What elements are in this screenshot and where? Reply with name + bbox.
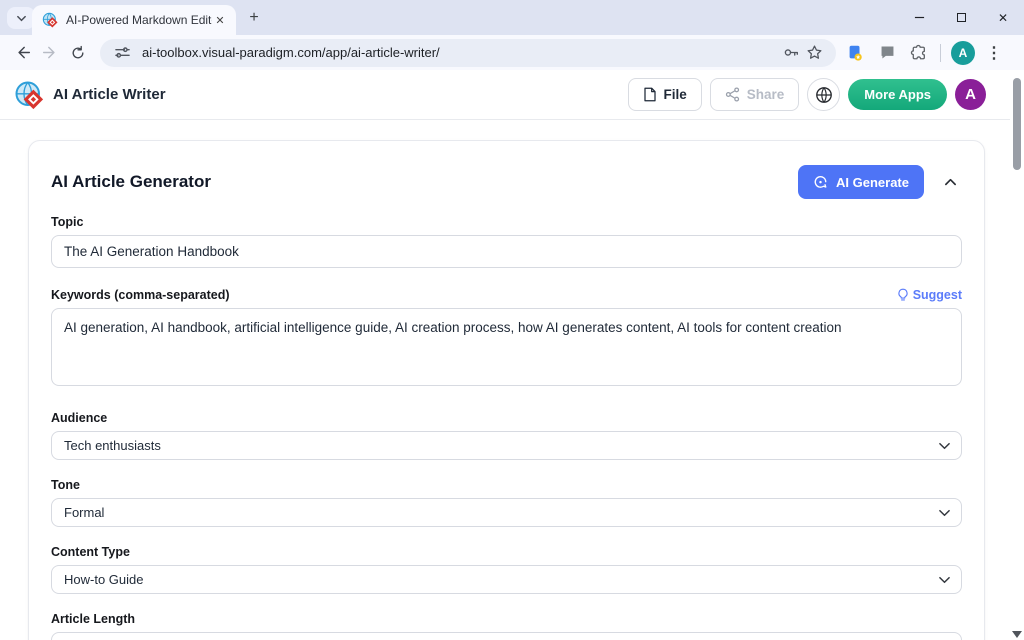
site-settings-icon[interactable]: [110, 41, 134, 65]
collapse-panel-button[interactable]: [938, 170, 962, 194]
audience-value: Tech enthusiasts: [64, 438, 161, 453]
bookmark-star-icon[interactable]: [802, 41, 826, 65]
tab-search-button[interactable]: [7, 7, 35, 29]
tab-close-icon[interactable]: ✕: [212, 12, 228, 28]
card-title: AI Article Generator: [51, 172, 211, 192]
suggest-link[interactable]: Suggest: [897, 288, 962, 302]
tone-field-group: Tone Formal: [51, 478, 962, 527]
ai-generate-button[interactable]: AI Generate: [798, 165, 924, 199]
chevron-down-icon: [16, 13, 27, 24]
chevron-down-icon: [939, 576, 950, 584]
globe-icon: [815, 86, 833, 104]
chat-bubble-icon[interactable]: [874, 40, 900, 66]
tone-label: Tone: [51, 478, 962, 492]
keywords-field-group: Keywords (comma-separated) Suggest AI ge…: [51, 288, 962, 391]
content-type-value: How-to Guide: [64, 572, 143, 587]
page-title: AI Article Writer: [53, 86, 166, 103]
back-button[interactable]: [8, 39, 36, 67]
minimize-icon: [914, 12, 925, 23]
scrollbar-down-arrow-icon[interactable]: [1012, 631, 1022, 638]
user-avatar[interactable]: A: [955, 79, 986, 110]
scrollbar-thumb[interactable]: [1013, 78, 1021, 170]
maximize-button[interactable]: [940, 0, 982, 35]
close-window-button[interactable]: ✕: [982, 0, 1024, 35]
maximize-icon: [957, 13, 966, 22]
topic-label: Topic: [51, 215, 962, 229]
file-icon: [643, 87, 657, 102]
share-icon: [725, 87, 740, 102]
lightbulb-icon: [897, 288, 909, 302]
topic-input[interactable]: [51, 235, 962, 268]
content-type-select[interactable]: How-to Guide: [51, 565, 962, 594]
audience-select[interactable]: Tech enthusiasts: [51, 431, 962, 460]
browser-tab[interactable]: AI-Powered Markdown Editor ✕: [32, 5, 236, 35]
ai-generate-icon: [813, 175, 828, 190]
page-scrollbar[interactable]: [1010, 70, 1024, 640]
browser-toolbar: ai-toolbox.visual-paradigm.com/app/ai-ar…: [0, 35, 1024, 70]
drive-extension-icon[interactable]: [842, 40, 868, 66]
article-length-select[interactable]: [51, 632, 962, 640]
app-header: AI Article Writer File Share More Apps A: [0, 70, 1024, 120]
tone-select[interactable]: Formal: [51, 498, 962, 527]
keywords-label: Keywords (comma-separated): [51, 288, 230, 302]
article-length-field-group: Article Length: [51, 612, 962, 640]
file-button[interactable]: File: [628, 78, 702, 111]
browser-window: AI-Powered Markdown Editor ✕ + ✕ ai-tool…: [0, 0, 1024, 640]
app-header-actions: File Share More Apps A: [628, 78, 987, 111]
file-button-label: File: [664, 87, 687, 102]
forward-icon: [42, 44, 59, 61]
password-key-icon[interactable]: [778, 41, 802, 65]
visual-paradigm-favicon: [42, 12, 58, 28]
tab-strip: AI-Powered Markdown Editor ✕ + ✕: [0, 0, 1024, 35]
browser-menu-icon[interactable]: ⋮: [981, 40, 1007, 66]
tone-value: Formal: [64, 505, 104, 520]
toolbar-divider: [940, 44, 941, 62]
suggest-label: Suggest: [913, 288, 962, 302]
new-tab-button[interactable]: +: [244, 8, 264, 28]
reload-button[interactable]: [64, 39, 92, 67]
keywords-textarea[interactable]: AI generation, AI handbook, artificial i…: [51, 308, 962, 386]
chevron-down-icon: [939, 442, 950, 450]
minimize-button[interactable]: [898, 0, 940, 35]
extensions-puzzle-icon[interactable]: [906, 40, 932, 66]
audience-field-group: Audience Tech enthusiasts: [51, 411, 962, 460]
audience-label: Audience: [51, 411, 962, 425]
reload-icon: [70, 45, 86, 61]
content-type-field-group: Content Type How-to Guide: [51, 545, 962, 594]
card-header: AI Article Generator AI Generate: [51, 165, 962, 199]
visual-paradigm-logo: [14, 80, 44, 110]
ai-article-generator-card: AI Article Generator AI Generate Topic K…: [28, 140, 985, 640]
language-globe-button[interactable]: [807, 78, 840, 111]
more-apps-button[interactable]: More Apps: [848, 79, 947, 110]
address-bar[interactable]: ai-toolbox.visual-paradigm.com/app/ai-ar…: [100, 39, 836, 67]
content-type-label: Content Type: [51, 545, 962, 559]
tab-title: AI-Powered Markdown Editor: [66, 13, 212, 27]
window-controls: ✕: [898, 0, 1024, 35]
chevron-up-icon: [944, 176, 957, 189]
chrome-profile-avatar[interactable]: A: [951, 41, 975, 65]
share-button[interactable]: Share: [710, 78, 800, 111]
article-length-label: Article Length: [51, 612, 962, 626]
ai-generate-label: AI Generate: [836, 175, 909, 190]
forward-button[interactable]: [36, 39, 64, 67]
chevron-down-icon: [939, 509, 950, 517]
share-button-label: Share: [747, 87, 785, 102]
url-text[interactable]: ai-toolbox.visual-paradigm.com/app/ai-ar…: [142, 45, 778, 60]
back-icon: [14, 44, 31, 61]
topic-field-group: Topic: [51, 215, 962, 268]
